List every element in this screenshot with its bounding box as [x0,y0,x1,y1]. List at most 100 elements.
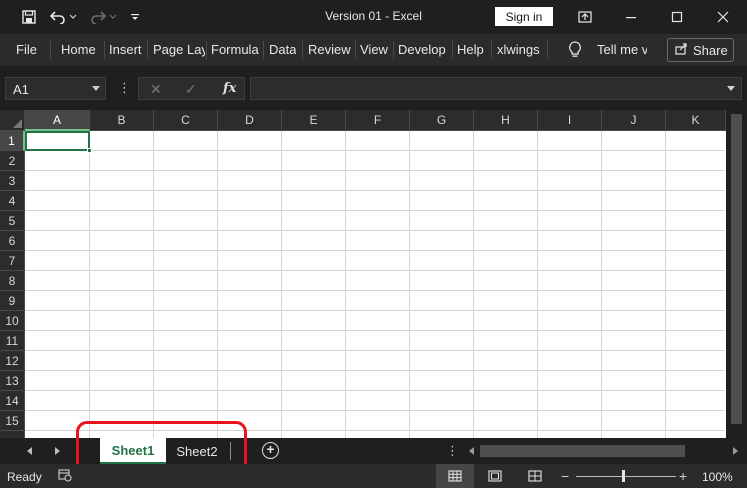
scroll-sheets-right-icon[interactable] [55,447,60,455]
tab-review[interactable]: Review [308,42,351,57]
tab-insert[interactable]: Insert [109,42,142,57]
column-header-c[interactable]: C [154,110,218,131]
redo-icon[interactable] [88,6,108,28]
column-header-d[interactable]: D [218,110,282,131]
row-header-15[interactable]: 15 [0,411,25,431]
close-icon[interactable] [700,0,746,34]
gridline [665,131,666,438]
tab-data[interactable]: Data [269,42,296,57]
horizontal-scroll-thumb[interactable] [480,445,685,457]
normal-view-icon[interactable] [436,464,474,488]
row-header-6[interactable]: 6 [0,231,25,251]
gridline [89,131,90,438]
undo-dropdown-icon[interactable] [68,6,78,28]
page-break-preview-icon[interactable] [516,464,554,488]
worksheet-grid[interactable]: A B C D E F G H I J K 1 2 3 4 5 6 7 8 9 … [0,110,747,438]
zoom-out-button[interactable]: − [561,468,569,484]
sign-in-button[interactable]: Sign in [495,7,553,26]
column-header-b[interactable]: B [90,110,154,131]
tab-xlwings[interactable]: xlwings [497,42,540,57]
tab-view[interactable]: View [360,42,388,57]
expand-formula-bar-icon[interactable] [727,86,735,91]
horizontal-scrollbar[interactable] [466,444,742,458]
zoom-slider-thumb[interactable] [622,470,625,482]
row-header-14[interactable]: 14 [0,391,25,411]
vertical-scroll-thumb[interactable] [731,114,742,424]
gridline [25,190,725,191]
ribbon-divider [355,41,356,59]
lightbulb-icon[interactable] [567,41,583,62]
row-header-1[interactable]: 1 [0,131,25,151]
column-header-g[interactable]: G [410,110,474,131]
column-header-k[interactable]: K [666,110,726,131]
status-ready: Ready [7,470,42,484]
row-header-12[interactable]: 12 [0,351,25,371]
row-header-8[interactable]: 8 [0,271,25,291]
ribbon-display-options-icon[interactable] [562,0,608,34]
scroll-left-icon[interactable] [469,447,474,455]
vertical-scrollbar[interactable] [726,110,747,438]
ribbon-divider [452,41,453,59]
gridline [25,290,725,291]
gridline [25,370,725,371]
column-header-i[interactable]: I [538,110,602,131]
column-header-f[interactable]: F [346,110,410,131]
tell-me-search[interactable]: Tell me v [597,42,647,57]
chevron-down-icon[interactable] [92,86,100,91]
more-options-icon[interactable]: ⋮ [118,80,131,96]
zoom-in-button[interactable]: + [679,468,687,484]
page-layout-view-icon[interactable] [476,464,514,488]
column-header-h[interactable]: H [474,110,538,131]
tab-help[interactable]: Help [457,42,484,57]
zoom-level[interactable]: 100% [702,470,733,484]
select-all-button[interactable] [0,110,25,131]
ribbon-divider [491,41,492,59]
redo-dropdown-icon[interactable] [108,6,118,28]
add-sheet-button[interactable]: + [262,442,279,459]
column-header-a[interactable]: A [25,110,90,131]
gridline [25,250,725,251]
share-button[interactable]: Share [667,38,734,62]
row-header-2[interactable]: 2 [0,151,25,171]
formula-bar: A1 ⋮ ✕ ✓ fx [0,66,747,110]
gridline [345,131,346,438]
column-header-e[interactable]: E [282,110,346,131]
scroll-right-icon[interactable] [733,447,738,455]
row-header-partial[interactable] [0,431,25,438]
tab-file[interactable]: File [16,42,37,57]
row-header-3[interactable]: 3 [0,171,25,191]
save-icon[interactable] [18,6,40,28]
name-box[interactable]: A1 [5,77,106,100]
row-header-13[interactable]: 13 [0,371,25,391]
maximize-icon[interactable] [654,0,700,34]
row-header-5[interactable]: 5 [0,211,25,231]
insert-function-icon[interactable]: fx [223,81,236,96]
tab-home[interactable]: Home [61,42,96,57]
ribbon-divider [547,41,548,59]
column-header-j[interactable]: J [602,110,666,131]
tab-developer[interactable]: Develop [398,42,446,57]
enter-icon[interactable]: ✓ [185,81,197,98]
gridline [25,350,725,351]
scroll-sheets-left-icon[interactable] [27,447,32,455]
gridline [537,131,538,438]
cancel-icon[interactable]: ✕ [150,81,162,98]
zoom-slider[interactable] [576,476,676,477]
row-header-11[interactable]: 11 [0,331,25,351]
formula-input[interactable] [250,77,742,100]
tab-formulas[interactable]: Formula [211,42,259,57]
row-header-9[interactable]: 9 [0,291,25,311]
fill-handle[interactable] [87,148,92,153]
active-cell-a1[interactable] [25,131,90,151]
undo-icon[interactable] [48,6,68,28]
accessibility-icon[interactable] [58,469,72,485]
tab-split-handle-icon[interactable]: ⋮ [446,443,459,459]
row-header-7[interactable]: 7 [0,251,25,271]
gridline [281,131,282,438]
minimize-icon[interactable] [608,0,654,34]
tab-page-layout[interactable]: Page Lay [153,42,205,57]
row-header-10[interactable]: 10 [0,311,25,331]
customize-qat-icon[interactable] [128,6,142,28]
ribbon-divider [302,41,303,59]
row-header-4[interactable]: 4 [0,191,25,211]
